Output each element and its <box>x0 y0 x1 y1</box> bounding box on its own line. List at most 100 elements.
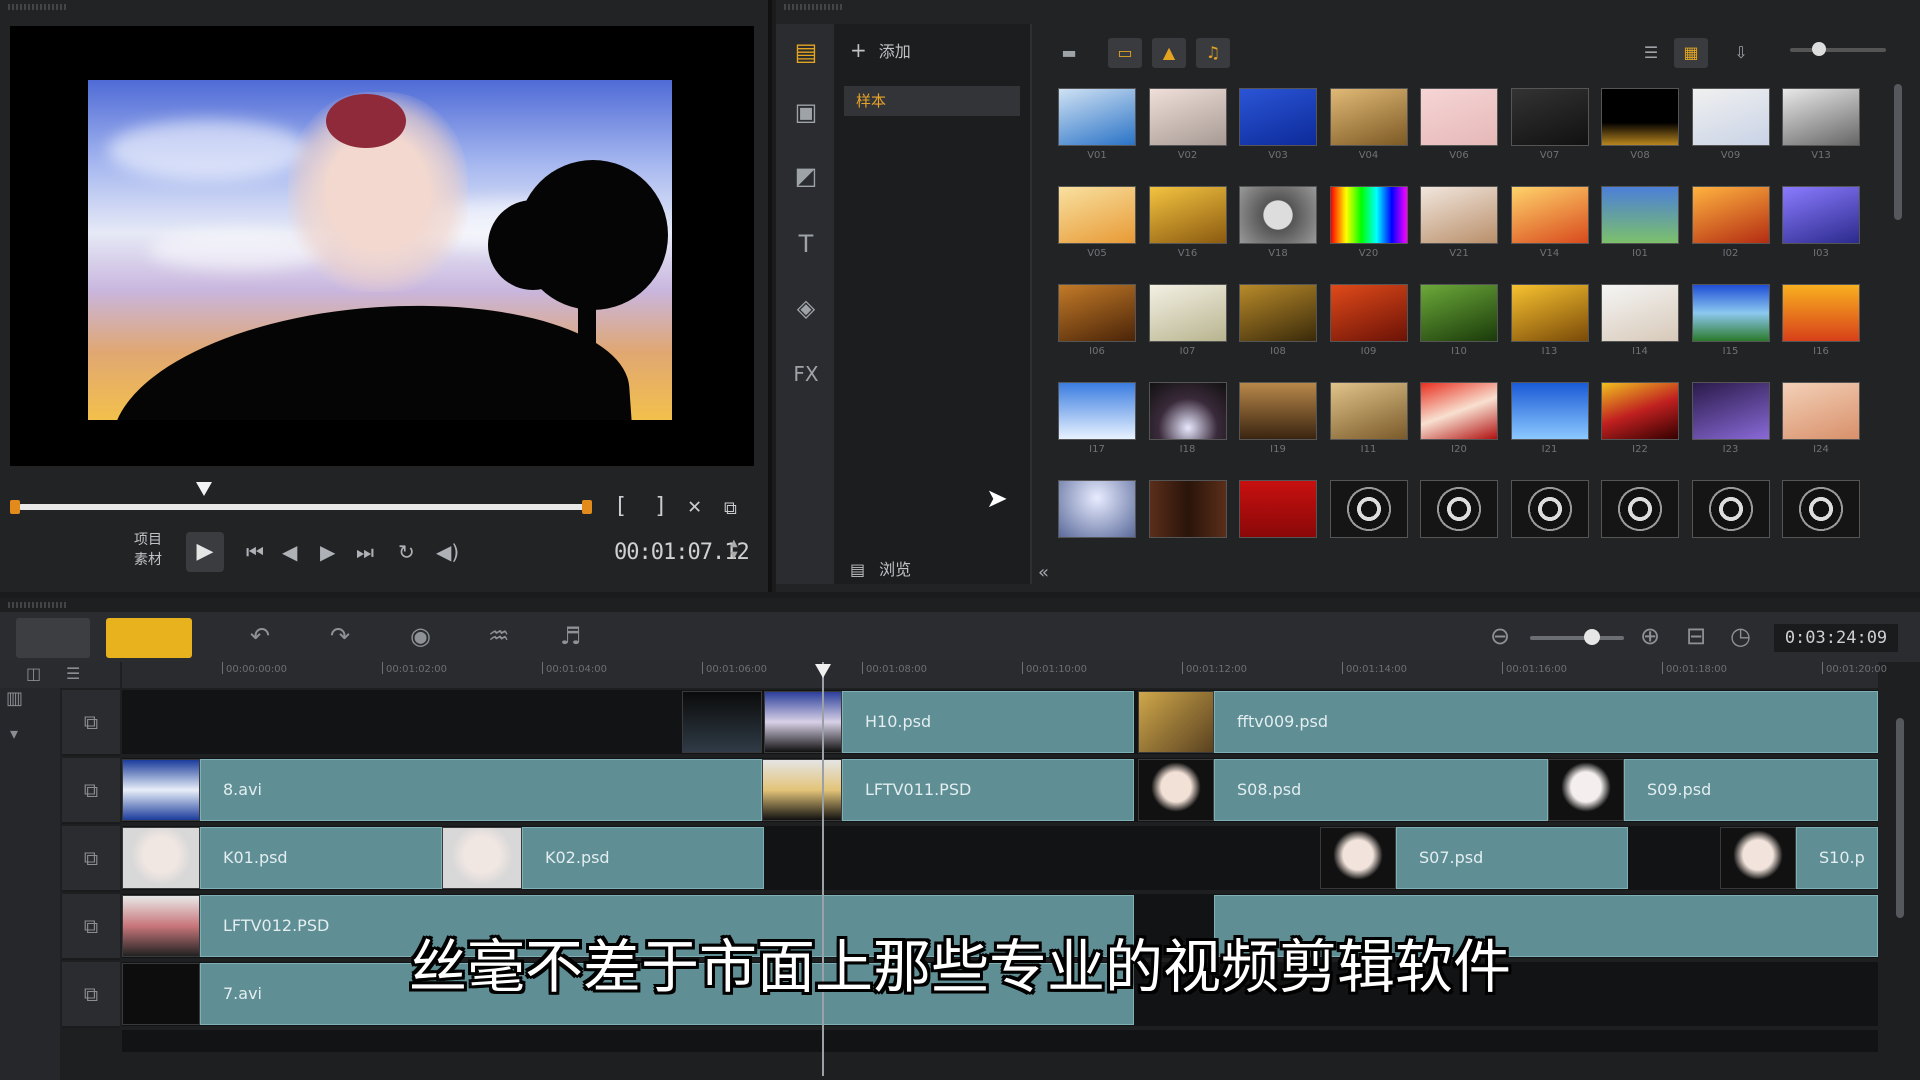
trim-end-handle[interactable] <box>582 500 592 514</box>
library-thumbnail[interactable] <box>1148 186 1227 244</box>
library-thumbnail[interactable] <box>1510 284 1589 342</box>
library-thumbnail[interactable] <box>1058 186 1136 244</box>
library-thumbnail[interactable] <box>1329 382 1408 440</box>
library-thumbnail[interactable] <box>1058 88 1136 146</box>
clip-thumbnail[interactable] <box>442 827 522 889</box>
library-thumbnail[interactable] <box>1601 284 1679 342</box>
zoom-in-icon[interactable]: ⊕ <box>1640 622 1660 650</box>
library-thumbnail[interactable] <box>1510 382 1589 440</box>
library-thumbnail[interactable] <box>1058 480 1136 538</box>
mode-selector[interactable]: 项目 素材 <box>134 530 162 570</box>
library-thumbnail[interactable] <box>1148 480 1227 538</box>
audio-thumbnail[interactable] <box>1329 480 1408 538</box>
library-thumbnail[interactable] <box>1239 382 1317 440</box>
clip-thumbnail[interactable] <box>122 759 200 821</box>
library-thumbnail[interactable] <box>1148 382 1227 440</box>
folder-sample[interactable]: 样本 <box>844 86 1020 116</box>
clip-mode-label[interactable]: 素材 <box>134 550 162 570</box>
record-capture-icon[interactable]: ◉ <box>410 622 431 650</box>
audio-thumbnail[interactable] <box>1420 480 1498 538</box>
library-thumbnail[interactable] <box>1239 480 1317 538</box>
library-thumbnail[interactable] <box>1148 88 1227 146</box>
track-view-icon[interactable]: ◫ <box>26 664 41 683</box>
clip-thumbnail[interactable] <box>682 691 762 753</box>
sound-mixer-icon[interactable]: ♒ <box>488 622 510 650</box>
library-thumbnail[interactable] <box>1510 186 1589 244</box>
add-folder-button[interactable]: + 添加 <box>850 38 911 62</box>
timeline-clip[interactable]: S08.psd <box>1214 759 1548 821</box>
filter-icon[interactable]: FX <box>790 358 822 390</box>
clip-thumbnail[interactable] <box>1138 759 1214 821</box>
library-thumbnail[interactable] <box>1058 284 1136 342</box>
mark-out-button[interactable]: ] <box>654 494 667 519</box>
clip-thumbnail[interactable] <box>1138 691 1214 753</box>
library-thumbnail[interactable] <box>1601 186 1679 244</box>
library-thumbnail[interactable] <box>1329 284 1408 342</box>
audio-thumbnail[interactable] <box>1510 480 1589 538</box>
home-icon[interactable]: ⏮ <box>246 540 264 564</box>
end-icon[interactable]: ⏭ <box>356 540 374 564</box>
storyboard-view-button[interactable] <box>16 618 90 658</box>
graphics-icon[interactable]: ◈ <box>790 292 822 324</box>
thumbnail-size-knob[interactable] <box>1812 42 1826 56</box>
overlay-track-1-head[interactable]: ⧉ <box>62 758 120 824</box>
timeline-clip[interactable]: fftv009.psd <box>1214 691 1878 753</box>
audio-track[interactable] <box>122 1030 1878 1052</box>
play-button[interactable]: ▶ <box>186 532 224 572</box>
clip-thumbnail[interactable] <box>762 759 842 821</box>
timeline-clip[interactable]: 8.avi <box>200 759 762 821</box>
split-clip-icon[interactable]: ✕ <box>688 494 701 519</box>
clip-thumbnail[interactable] <box>122 827 200 889</box>
mark-in-button[interactable]: [ <box>614 494 627 519</box>
library-thumbnail[interactable] <box>1420 186 1498 244</box>
timeline-clip[interactable]: H10.psd <box>842 691 1134 753</box>
panel-grip[interactable] <box>784 4 844 10</box>
library-thumbnail[interactable] <box>1601 88 1679 146</box>
panel-grip[interactable] <box>8 602 68 608</box>
clip-thumbnail[interactable] <box>764 691 842 753</box>
timeline-clip[interactable]: K02.psd <box>522 827 764 889</box>
fit-project-icon[interactable]: ⊟ <box>1686 622 1706 650</box>
next-frame-icon[interactable]: ▶ <box>320 540 335 564</box>
library-thumbnail[interactable] <box>1691 186 1770 244</box>
library-thumbnail[interactable] <box>1782 382 1860 440</box>
auto-music-icon[interactable]: ♬ <box>560 622 582 650</box>
audio-thumbnail[interactable] <box>1691 480 1770 538</box>
zoom-out-icon[interactable]: ⊖ <box>1490 622 1510 650</box>
timeline-zoom-slider[interactable] <box>1530 636 1624 640</box>
audio-thumbnail[interactable] <box>1601 480 1679 538</box>
media-folder-icon[interactable]: ▤ <box>790 36 822 68</box>
thumbnail-size-slider[interactable] <box>1790 48 1886 52</box>
trim-start-handle[interactable] <box>10 500 20 514</box>
library-thumbnail[interactable] <box>1239 186 1317 244</box>
library-thumbnail[interactable] <box>1691 284 1770 342</box>
library-thumbnail[interactable] <box>1510 88 1589 146</box>
library-thumbnail[interactable] <box>1782 186 1860 244</box>
library-thumbnail[interactable] <box>1420 382 1498 440</box>
instant-project-icon[interactable]: ▣ <box>790 96 822 128</box>
time-ruler[interactable]: 00:00:00:00 00:01:02:00 00:01:04:00 00:01:0… <box>122 662 1887 688</box>
clip-thumbnail[interactable] <box>1320 827 1396 889</box>
timeline-playhead-handle[interactable] <box>815 664 831 678</box>
library-thumbnail[interactable] <box>1420 88 1498 146</box>
library-thumbnail[interactable] <box>1782 88 1860 146</box>
timeline-vertical-scrollbar[interactable] <box>1896 718 1904 918</box>
browse-button[interactable]: ▤ 浏览 <box>850 556 911 580</box>
video-track-head[interactable]: ⧉ <box>62 690 120 756</box>
library-thumbnail[interactable] <box>1691 88 1770 146</box>
show-video-button[interactable]: ▭ <box>1108 38 1142 68</box>
overlay-track-2-head[interactable]: ⧉ <box>62 826 120 892</box>
redo-icon[interactable]: ↷ <box>330 622 350 650</box>
scrubber-playhead[interactable] <box>196 482 212 496</box>
library-thumbnail[interactable] <box>1058 382 1136 440</box>
preview-scrubber[interactable] <box>18 504 590 510</box>
timeline-clip[interactable]: LFTV011.PSD <box>842 759 1134 821</box>
transition-icon[interactable]: ◩ <box>790 160 822 192</box>
undo-icon[interactable]: ↶ <box>250 622 270 650</box>
thumbnail-view-icon[interactable]: ▦ <box>1674 38 1708 68</box>
panel-grip[interactable] <box>8 4 68 10</box>
library-thumbnail[interactable] <box>1239 88 1317 146</box>
library-scrollbar[interactable] <box>1894 84 1902 220</box>
library-thumbnail[interactable] <box>1329 88 1408 146</box>
previous-frame-icon[interactable]: ◀ <box>282 540 297 564</box>
